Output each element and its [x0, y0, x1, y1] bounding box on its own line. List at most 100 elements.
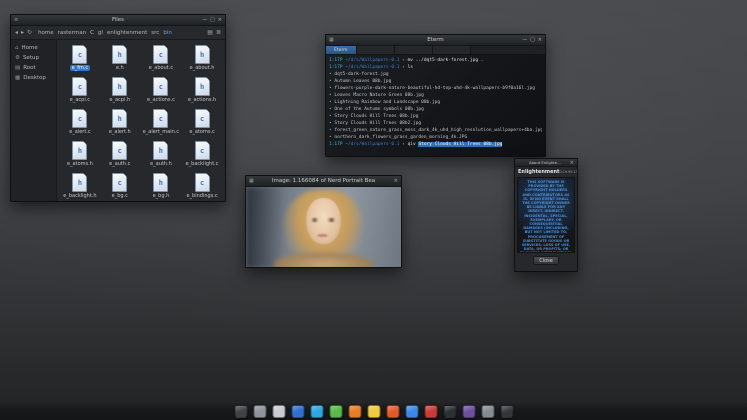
- maximize-icon[interactable]: ▢: [210, 17, 215, 23]
- telegram-dock-icon[interactable]: [310, 405, 323, 418]
- file-grid: ce_fm.che.hce_about.che_about.h ce_acpi.c…: [57, 40, 225, 201]
- terminal-line: • Story Clouds Hill Trees 08b2.jpg: [329, 120, 542, 127]
- breadcrumb-segment[interactable]: enlightenment: [107, 30, 147, 36]
- firefox-dock-icon[interactable]: [348, 405, 361, 418]
- file-item[interactable]: ce_bg.c: [101, 173, 139, 199]
- file-item[interactable]: he.h: [101, 45, 139, 71]
- sidebar-item-setup[interactable]: ⚙Setup: [11, 53, 56, 63]
- window-icon: ▦: [329, 37, 334, 43]
- image-viewer-window: ▦ Image: 1.166084 of Nerd Portrait Bea ×: [245, 175, 402, 268]
- terminal-tab-inactive[interactable]: [433, 46, 471, 54]
- terminal-tab-inactive[interactable]: [395, 46, 433, 54]
- breadcrumb-segment[interactable]: src: [151, 30, 159, 36]
- file-item[interactable]: ce_actions.c: [141, 77, 181, 103]
- back-icon[interactable]: ◂: [15, 29, 18, 36]
- view-list-icon[interactable]: ≣: [216, 29, 221, 36]
- terminal-tab-inactive[interactable]: [357, 46, 395, 54]
- breadcrumb-segment[interactable]: rasterman: [58, 30, 86, 36]
- photo-eyes: [310, 218, 338, 222]
- file-item[interactable]: ce_about.c: [141, 45, 181, 71]
- minimize-icon[interactable]: —: [522, 37, 527, 43]
- breadcrumb-segment[interactable]: gl: [98, 30, 103, 36]
- web-browser-dock-icon[interactable]: [405, 405, 418, 418]
- blue-app-dock-icon[interactable]: [291, 405, 304, 418]
- file-item[interactable]: h e_bg.h: [141, 173, 181, 199]
- file-icon: c: [112, 141, 127, 160]
- file-item[interactable]: ce_acpi.c: [61, 77, 99, 103]
- window-icon: ▦: [249, 178, 254, 184]
- file-item[interactable]: he_alert.h: [101, 109, 139, 135]
- terminal-text: Leaves Macro Nature Green 08b.jpg: [334, 93, 423, 98]
- sidebar-item-home[interactable]: ⌂Home: [11, 43, 56, 53]
- refresh-icon[interactable]: ↻: [27, 29, 32, 36]
- page-fold: [164, 109, 168, 113]
- video-player-dock-icon[interactable]: [424, 405, 437, 418]
- minimize-icon[interactable]: —: [202, 17, 207, 23]
- maximize-icon[interactable]: ▢: [530, 37, 535, 43]
- file-icon: c: [195, 109, 210, 128]
- terminal-text: flowers-purple-dark-nature-beautiful-hd-…: [334, 86, 534, 91]
- file-ext-letter: h: [159, 147, 163, 155]
- file-ext-letter: h: [118, 51, 122, 59]
- breadcrumb-segment[interactable]: C: [90, 30, 94, 36]
- forward-icon[interactable]: ▸: [21, 29, 24, 36]
- download-manager-dock-icon[interactable]: [386, 405, 399, 418]
- terminal-output[interactable]: 1:17P ~/d/s/Wallpapers-0.1 › mv ../dqt5-…: [326, 55, 545, 156]
- system-monitor-dock-icon[interactable]: [481, 405, 494, 418]
- file-label: e_bg.h: [151, 193, 172, 199]
- file-item[interactable]: he_acpi.h: [101, 77, 139, 103]
- file-label: e_alert_main.c: [141, 129, 181, 135]
- terminal-tab-active[interactable]: Eterm: [326, 46, 357, 54]
- file-label: e_backlight.h: [61, 193, 98, 199]
- file-manager-dock-icon[interactable]: [272, 405, 285, 418]
- file-item[interactable]: he_actions.h: [183, 77, 221, 103]
- close-icon[interactable]: ×: [570, 160, 574, 166]
- file-item[interactable]: he_auth.h: [141, 141, 181, 167]
- file-item[interactable]: he_about.h: [183, 45, 221, 71]
- display-settings-dock-icon[interactable]: [253, 405, 266, 418]
- file-item[interactable]: he_atoms.h: [61, 141, 99, 167]
- breadcrumb-segment[interactable]: bin: [163, 30, 172, 36]
- music-player-dock-icon[interactable]: [367, 405, 380, 418]
- file-label: e_atoms.c: [187, 129, 216, 135]
- close-icon[interactable]: ×: [394, 178, 398, 184]
- image-viewer-titlebar[interactable]: ▦ Image: 1.166084 of Nerd Portrait Bea ×: [246, 176, 401, 187]
- file-item[interactable]: ce_auth.c: [101, 141, 139, 167]
- file-item[interactable]: ce_fm.c: [61, 45, 99, 71]
- breadcrumb-segment[interactable]: home: [38, 30, 54, 36]
- file-item[interactable]: ce_backlight.c: [183, 141, 221, 167]
- view-grid-icon[interactable]: ▤: [207, 29, 213, 36]
- close-icon[interactable]: ×: [538, 37, 542, 43]
- file-item[interactable]: he_backlight.h: [61, 173, 99, 199]
- license-text: THIS SOFTWARE IS PROVIDED BY THE COPYRIG…: [520, 180, 572, 253]
- file-icon: h: [72, 141, 87, 160]
- screen-lock-dock-icon[interactable]: [500, 405, 513, 418]
- terminal-dock-icon[interactable]: [443, 405, 456, 418]
- sidebar-item-root[interactable]: ▤Root: [11, 63, 56, 73]
- sidebar-item-desktop[interactable]: ▦Desktop: [11, 73, 56, 83]
- terminal-titlebar[interactable]: ▦ Eterm — ▢ ×: [326, 35, 545, 46]
- close-icon[interactable]: ×: [218, 17, 222, 23]
- keyboard-dock-icon[interactable]: [234, 405, 247, 418]
- file-manager-titlebar[interactable]: ≡ Files — ▢ ×: [11, 15, 225, 26]
- desktop-icon: ▦: [15, 75, 20, 81]
- file-ext-letter: c: [118, 147, 122, 155]
- file-icon: h: [195, 45, 210, 64]
- menu-icon[interactable]: ≡: [14, 17, 18, 23]
- image-viewer-dock-icon[interactable]: [329, 405, 342, 418]
- page-fold: [123, 173, 127, 177]
- file-ext-letter: c: [200, 115, 204, 123]
- file-ext-letter: h: [78, 147, 82, 155]
- package-manager-dock-icon[interactable]: [462, 405, 475, 418]
- terminal-line: 1:17P ~/d/s/Wallpapers-0.1 › ls: [329, 64, 542, 71]
- file-ext-letter: c: [78, 115, 82, 123]
- file-item[interactable]: ce_alert_main.c: [141, 109, 181, 135]
- about-titlebar[interactable]: About Enlightenment ×: [515, 159, 577, 167]
- file-item[interactable]: c e_atoms.c: [183, 109, 221, 135]
- page-fold: [164, 141, 168, 145]
- file-item[interactable]: ce_alert.c: [61, 109, 99, 135]
- file-ext-letter: h: [159, 179, 163, 187]
- home-icon: ⌂: [15, 45, 19, 51]
- file-item[interactable]: ce_bindings.c: [183, 173, 221, 199]
- close-button[interactable]: Close: [533, 256, 559, 265]
